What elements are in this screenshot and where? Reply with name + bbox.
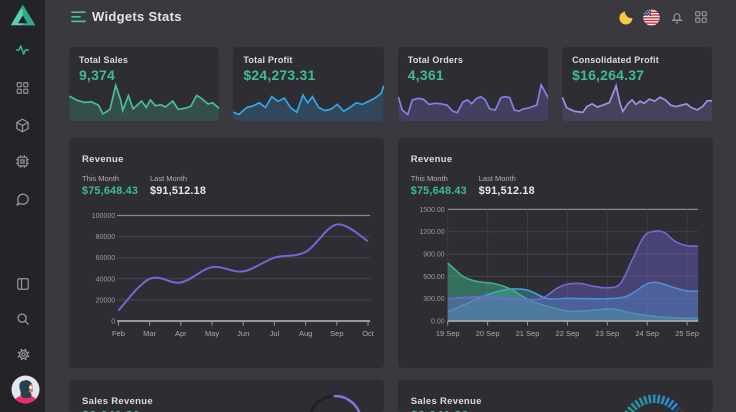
svg-text:Oct: Oct (362, 329, 375, 338)
svg-text:40000: 40000 (96, 276, 116, 283)
svg-text:21 Sep: 21 Sep (515, 329, 539, 338)
svg-text:25 Sep: 25 Sep (675, 329, 699, 338)
svg-text:60000: 60000 (96, 255, 116, 262)
svg-text:300.00: 300.00 (423, 296, 445, 303)
svg-text:19 Sep: 19 Sep (436, 329, 460, 338)
svg-text:900.00: 900.00 (423, 252, 445, 259)
svg-text:Sep: Sep (330, 329, 343, 338)
svg-text:22 Sep: 22 Sep (555, 329, 579, 338)
svg-text:Apr: Apr (175, 329, 187, 338)
svg-text:600.00: 600.00 (423, 274, 445, 281)
svg-text:May: May (205, 329, 219, 338)
svg-text:0: 0 (111, 319, 115, 326)
svg-text:1200.00: 1200.00 (419, 229, 444, 236)
svg-text:20 Sep: 20 Sep (475, 329, 499, 338)
svg-text:0.00: 0.00 (431, 319, 445, 326)
svg-text:20000: 20000 (96, 297, 116, 304)
svg-text:80000: 80000 (96, 234, 116, 241)
svg-text:100000: 100000 (92, 213, 115, 220)
svg-text:1500.00: 1500.00 (419, 207, 444, 214)
svg-text:24 Sep: 24 Sep (635, 329, 659, 338)
svg-text:Jul: Jul (270, 329, 280, 338)
svg-text:Feb: Feb (112, 329, 125, 338)
svg-text:Mar: Mar (143, 329, 156, 338)
svg-text:Jun: Jun (237, 329, 249, 338)
svg-text:Aug: Aug (299, 329, 312, 338)
svg-text:23 Sep: 23 Sep (595, 329, 619, 338)
